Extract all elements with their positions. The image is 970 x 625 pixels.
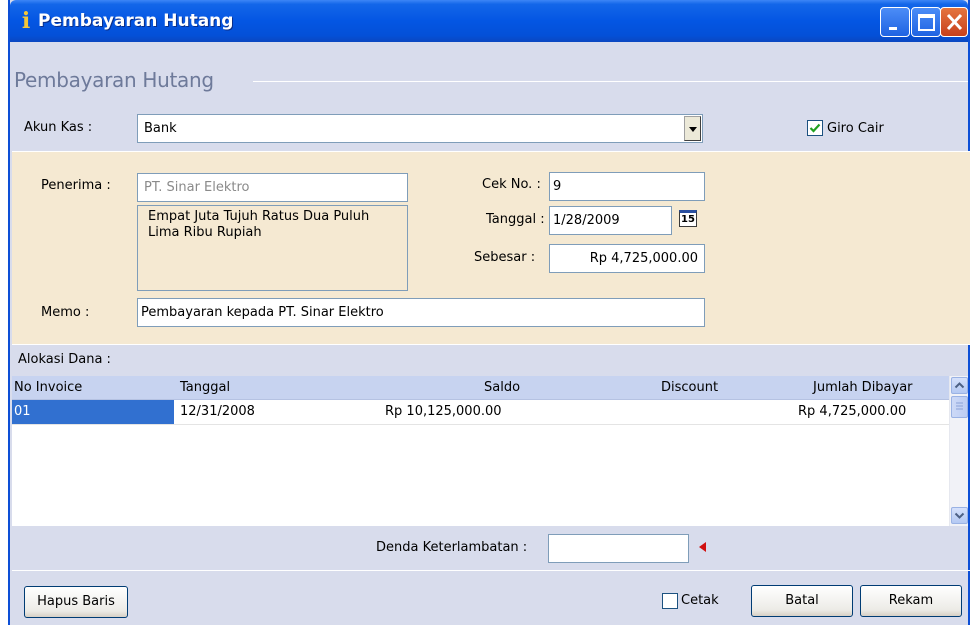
col-discount[interactable]: Discount bbox=[661, 380, 718, 395]
calendar-icon[interactable]: 15 bbox=[679, 210, 697, 227]
rekam-button[interactable]: Rekam bbox=[860, 585, 962, 617]
akun-kas-value: Bank bbox=[144, 121, 177, 136]
window-title: Pembayaran Hutang bbox=[38, 11, 234, 31]
invoice-grid[interactable]: No Invoice Tanggal Saldo Discount Jumlah… bbox=[12, 376, 949, 526]
memo-label: Memo : bbox=[41, 305, 90, 320]
maximize-icon bbox=[918, 14, 935, 31]
table-row[interactable]: 01 12/31/2008 Rp 10,125,000.00 Rp 4,725,… bbox=[12, 400, 949, 425]
minimize-button[interactable] bbox=[880, 7, 910, 37]
denda-label: Denda Keterlambatan : bbox=[376, 540, 528, 555]
tanggal-label: Tanggal : bbox=[486, 212, 545, 227]
akun-kas-label: Akun Kas : bbox=[24, 120, 93, 135]
giro-cair-checkbox[interactable] bbox=[807, 120, 823, 136]
cell-jumlah-dibayar[interactable]: Rp 4,725,000.00 bbox=[798, 404, 906, 419]
col-tanggal[interactable]: Tanggal bbox=[180, 380, 230, 395]
cetak-label: Cetak bbox=[681, 593, 719, 608]
grid-header: No Invoice Tanggal Saldo Discount Jumlah… bbox=[12, 376, 949, 400]
info-icon: i bbox=[21, 8, 31, 34]
chevron-down-icon bbox=[954, 512, 965, 519]
payment-window: i Pembayaran Hutang Pembayaran Hutang Ak… bbox=[8, 0, 970, 625]
giro-cair-label: Giro Cair bbox=[827, 121, 884, 136]
alokasi-dana-label: Alokasi Dana : bbox=[18, 352, 111, 367]
sebesar-input[interactable]: Rp 4,725,000.00 bbox=[549, 244, 705, 273]
group-title: Pembayaran Hutang bbox=[14, 68, 214, 92]
cek-no-input[interactable]: 9 bbox=[549, 172, 705, 201]
grip-icon bbox=[956, 402, 963, 410]
maximize-button[interactable] bbox=[911, 7, 941, 37]
col-no-invoice[interactable]: No Invoice bbox=[14, 380, 82, 395]
scroll-up-button[interactable] bbox=[951, 377, 968, 394]
sebesar-label: Sebesar : bbox=[474, 250, 536, 265]
batal-button[interactable]: Batal bbox=[751, 585, 853, 617]
penerima-input[interactable]: PT. Sinar Elektro bbox=[137, 173, 408, 202]
minimize-icon bbox=[889, 27, 897, 30]
scroll-thumb[interactable] bbox=[951, 396, 968, 418]
check-icon bbox=[809, 123, 821, 133]
tanggal-input[interactable]: 1/28/2009 bbox=[549, 206, 672, 235]
akun-kas-combo[interactable]: Bank bbox=[137, 114, 703, 143]
title-bar[interactable]: i Pembayaran Hutang bbox=[10, 0, 968, 42]
memo-input[interactable]: Pembayaran kepada PT. Sinar Elektro bbox=[137, 298, 705, 327]
arrow-left-icon bbox=[699, 542, 706, 552]
close-icon bbox=[946, 13, 963, 31]
cell-no-invoice[interactable]: 01 bbox=[12, 400, 174, 424]
chevron-up-icon bbox=[954, 382, 965, 389]
penerima-label: Penerima : bbox=[41, 178, 111, 193]
close-button[interactable] bbox=[940, 7, 968, 37]
col-saldo[interactable]: Saldo bbox=[484, 380, 520, 395]
grid-scrollbar[interactable] bbox=[949, 376, 968, 526]
cell-tanggal[interactable]: 12/31/2008 bbox=[180, 404, 255, 419]
scroll-down-button[interactable] bbox=[951, 507, 968, 524]
footer-divider bbox=[12, 570, 970, 571]
hapus-baris-button[interactable]: Hapus Baris bbox=[24, 586, 128, 618]
chevron-down-icon[interactable] bbox=[684, 116, 701, 141]
payee-panel: Penerima : PT. Sinar Elektro Empat Juta … bbox=[12, 151, 970, 345]
calendar-day: 15 bbox=[681, 214, 695, 225]
cell-saldo[interactable]: Rp 10,125,000.00 bbox=[385, 404, 502, 419]
denda-input[interactable] bbox=[548, 534, 689, 563]
cetak-checkbox[interactable] bbox=[662, 593, 678, 609]
cek-no-label: Cek No. : bbox=[482, 177, 541, 192]
group-divider bbox=[253, 81, 968, 82]
col-jumlah-dibayar[interactable]: Jumlah Dibayar bbox=[813, 380, 913, 395]
terbilang-text: Empat Juta Tujuh Ratus Dua Puluh Lima Ri… bbox=[137, 205, 408, 291]
